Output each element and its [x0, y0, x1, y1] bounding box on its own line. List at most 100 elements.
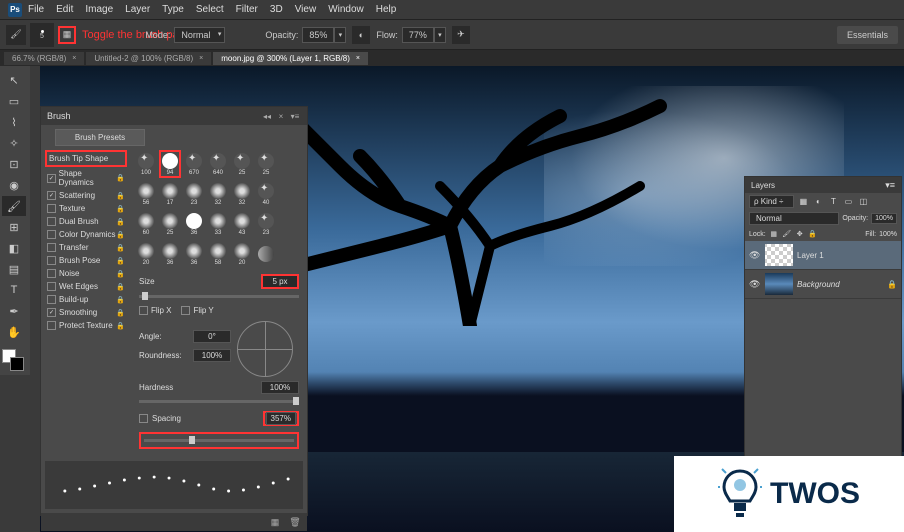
brush-tip[interactable]: 32 [207, 180, 229, 208]
wand-tool[interactable]: ✧ [2, 133, 26, 153]
brush-tip-selected[interactable]: 94 [159, 150, 181, 178]
lock-icon[interactable]: 🔒 [116, 192, 125, 200]
smoothing-option[interactable]: Smoothing🔒 [45, 306, 127, 319]
spacing-slider[interactable] [144, 439, 294, 442]
close-icon[interactable]: × [72, 55, 76, 62]
protect-texture-option[interactable]: Protect Texture🔒 [45, 319, 127, 332]
menu-help[interactable]: Help [376, 4, 397, 15]
type-filter-icon[interactable]: T [827, 196, 839, 208]
brush-tip[interactable]: 36 [183, 210, 205, 238]
brush-tip[interactable]: 640 [207, 150, 229, 178]
close-icon[interactable]: × [356, 55, 360, 62]
brush-preset-picker[interactable]: 5 [30, 23, 54, 47]
doc-tab-3[interactable]: moon.jpg @ 300% (Layer 1, RGB/8)× [213, 52, 368, 65]
opacity-value[interactable]: 85% [302, 27, 334, 43]
texture-option[interactable]: Texture🔒 [45, 202, 127, 215]
brush-tip[interactable]: 58 [207, 240, 229, 268]
brush-tip[interactable]: 23 [255, 210, 277, 238]
brush-tip[interactable]: 60 [135, 210, 157, 238]
gradient-tool[interactable]: ▤ [2, 259, 26, 279]
color-dynamics-option[interactable]: Color Dynamics🔒 [45, 228, 127, 241]
flow-value[interactable]: 77% [402, 27, 434, 43]
current-tool-icon[interactable]: 🖌 [6, 25, 26, 45]
smart-filter-icon[interactable]: ◫ [857, 196, 869, 208]
menu-image[interactable]: Image [85, 4, 113, 15]
brush-tip[interactable] [255, 240, 277, 268]
roundness-value[interactable]: 100% [193, 349, 231, 362]
lasso-tool[interactable]: ⌇ [2, 112, 26, 132]
layer-row[interactable]: 👁 Background 🔒 [745, 270, 901, 299]
brush-tip[interactable]: 36 [159, 240, 181, 268]
menu-type[interactable]: Type [162, 4, 184, 15]
angle-roundness-widget[interactable] [237, 321, 293, 377]
brush-tip[interactable]: 32 [231, 180, 253, 208]
lock-icon[interactable]: 🔒 [116, 205, 125, 213]
new-preset-icon[interactable]: ▦ [267, 515, 283, 529]
pixel-filter-icon[interactable]: ▦ [797, 196, 809, 208]
angle-value[interactable]: 0° [193, 330, 231, 343]
lock-icon[interactable]: 🔒 [116, 218, 125, 226]
lock-icon[interactable]: 🔒 [116, 244, 125, 252]
lock-transparent-icon[interactable]: ▦ [769, 229, 779, 239]
crop-tool[interactable]: ⊡ [2, 154, 26, 174]
doc-tab-2[interactable]: Untitled-2 @ 100% (RGB/8)× [86, 52, 211, 65]
menu-icon[interactable]: ▾≡ [885, 180, 895, 191]
collapse-icon[interactable]: ◂◂ [261, 110, 273, 122]
brush-tip[interactable]: 25 [255, 150, 277, 178]
brush-tip[interactable]: 25 [159, 210, 181, 238]
shape-filter-icon[interactable]: ▭ [842, 196, 854, 208]
flow-slider-toggle[interactable]: ▾ [434, 27, 446, 43]
type-tool[interactable]: T [2, 280, 26, 300]
dual-brush-option[interactable]: Dual Brush🔒 [45, 215, 127, 228]
blend-mode-dropdown[interactable]: Normal [749, 212, 839, 225]
lock-icon[interactable]: 🔒 [116, 296, 125, 304]
brush-tip-shape-option[interactable]: Brush Tip Shape [45, 150, 127, 167]
lock-icon[interactable]: 🔒 [116, 257, 125, 265]
brush-tool[interactable]: 🖌 [2, 196, 26, 216]
pressure-opacity-icon[interactable]: ◐ [352, 26, 370, 44]
menu-edit[interactable]: Edit [56, 4, 73, 15]
hand-tool[interactable]: ✋ [2, 322, 26, 342]
lock-icon[interactable]: 🔒 [116, 283, 125, 291]
lock-pixels-icon[interactable]: 🖌 [782, 229, 792, 239]
close-icon[interactable]: × [275, 110, 287, 122]
size-slider[interactable] [139, 295, 299, 298]
color-swatches[interactable] [2, 349, 24, 371]
transfer-option[interactable]: Transfer🔒 [45, 241, 127, 254]
menu-layer[interactable]: Layer [125, 4, 150, 15]
menu-icon[interactable]: ▾≡ [289, 110, 301, 122]
lock-all-icon[interactable]: 🔒 [808, 229, 818, 239]
close-icon[interactable]: × [199, 55, 203, 62]
brush-tip[interactable]: 43 [231, 210, 253, 238]
brush-panel-toggle[interactable]: ▦ [58, 26, 76, 44]
visibility-icon[interactable]: 👁 [749, 250, 761, 261]
hardness-slider[interactable] [139, 400, 299, 403]
layer-name[interactable]: Background [797, 280, 840, 289]
stamp-tool[interactable]: ⊞ [2, 217, 26, 237]
size-value[interactable]: 5 px [261, 274, 299, 289]
lock-icon[interactable]: 🔒 [116, 174, 125, 182]
opacity-slider-toggle[interactable]: ▾ [334, 27, 346, 43]
doc-tab-1[interactable]: 66.7% (RGB/8)× [4, 52, 84, 65]
hardness-value[interactable]: 100% [261, 381, 299, 394]
move-tool[interactable]: ↖ [2, 70, 26, 90]
brush-tip[interactable]: 25 [231, 150, 253, 178]
opacity-value[interactable]: 100% [871, 213, 897, 224]
flip-y-checkbox[interactable]: Flip Y [181, 306, 213, 315]
menu-filter[interactable]: Filter [236, 4, 258, 15]
brush-tip[interactable]: 33 [207, 210, 229, 238]
layer-row[interactable]: 👁 Layer 1 [745, 241, 901, 270]
menu-select[interactable]: Select [196, 4, 224, 15]
lock-position-icon[interactable]: ✥ [795, 229, 805, 239]
eyedropper-tool[interactable]: ◉ [2, 175, 26, 195]
adjustment-filter-icon[interactable]: ◐ [812, 196, 824, 208]
wet-edges-option[interactable]: Wet Edges🔒 [45, 280, 127, 293]
brush-tip[interactable]: 36 [183, 240, 205, 268]
brush-tip[interactable]: 20 [135, 240, 157, 268]
flip-x-checkbox[interactable]: Flip X [139, 306, 171, 315]
lock-icon[interactable]: 🔒 [116, 309, 125, 317]
menu-window[interactable]: Window [328, 4, 364, 15]
brush-tip[interactable]: 670 [183, 150, 205, 178]
noise-option[interactable]: Noise🔒 [45, 267, 127, 280]
layer-thumbnail[interactable] [765, 244, 793, 266]
